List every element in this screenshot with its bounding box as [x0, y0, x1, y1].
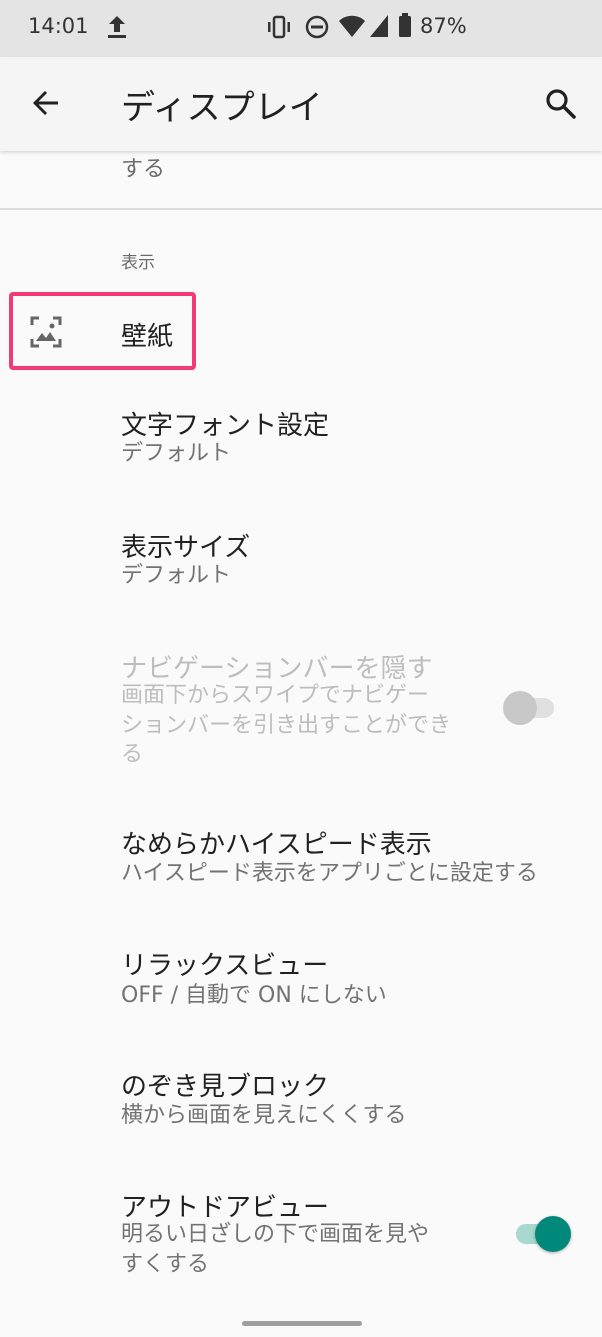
status-bar: 14:01 87%: [0, 0, 602, 57]
relax-view-title: リラックスビュー: [121, 951, 329, 981]
wifi-icon: [338, 13, 366, 43]
high-speed-display-title: なめらかハイスピード表示: [121, 830, 432, 860]
font-settings-subtitle: デフォルト: [121, 441, 232, 466]
high-speed-display-subtitle: ハイスピード表示をアプリごとに設定する: [121, 861, 538, 886]
hide-navbar-subtitle-line2: ションバーを引き出すことができ: [121, 713, 452, 738]
page-title: ディスプレイ: [121, 88, 323, 128]
do-not-disturb-icon: [304, 14, 330, 44]
outdoor-view-subtitle-line2: すくする: [121, 1252, 210, 1277]
section-header: 表示: [121, 253, 155, 273]
wallpaper-icon: [30, 316, 62, 352]
previous-item-subtitle: する: [121, 157, 166, 182]
battery-icon: [398, 13, 412, 43]
battery-percentage: 87%: [420, 14, 467, 38]
vibrate-icon: [266, 14, 292, 44]
font-settings-title: 文字フォント設定: [121, 411, 330, 441]
relax-view-subtitle: OFF / 自動で ON にしない: [121, 983, 387, 1008]
app-bar: ディスプレイ: [0, 57, 602, 151]
upload-icon: [106, 14, 128, 44]
search-icon[interactable]: [544, 87, 578, 125]
hide-navbar-subtitle-line1: 画面下からスワイプでナビゲー: [121, 683, 430, 708]
cell-signal-icon: [368, 13, 390, 43]
peek-block-title: のぞき見ブロック: [121, 1072, 330, 1102]
wallpaper-title: 壁紙: [121, 322, 174, 352]
gesture-nav-handle[interactable]: [242, 1321, 362, 1326]
display-size-subtitle: デフォルト: [121, 563, 232, 588]
hide-navbar-subtitle-line3: る: [121, 742, 144, 767]
toggle-thumb: [535, 1216, 571, 1252]
toggle-thumb: [503, 691, 537, 725]
peek-block-subtitle: 横から画面を見えにくくする: [121, 1103, 407, 1128]
outdoor-view-subtitle-line1: 明るい日ざしの下で画面を見や: [121, 1222, 430, 1247]
display-size-title: 表示サイズ: [121, 533, 251, 563]
divider: [0, 208, 602, 210]
back-arrow-icon[interactable]: [30, 87, 62, 123]
status-time: 14:01: [28, 14, 89, 38]
